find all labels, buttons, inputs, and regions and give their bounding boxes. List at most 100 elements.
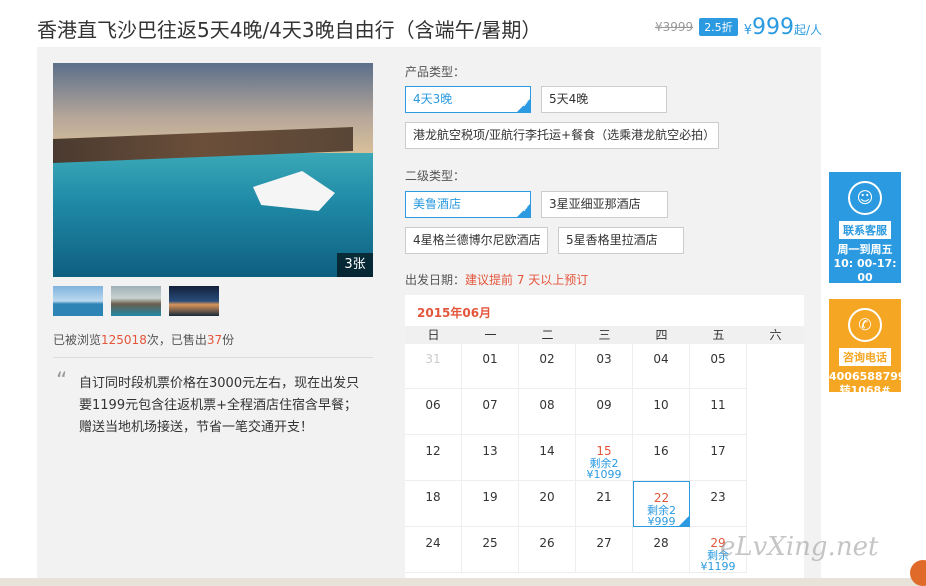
calendar-day[interactable]: 18 [405,481,462,527]
phone-widget[interactable]: ✆ 咨询电话 4006588799 转1068# [829,299,906,397]
current-price: ¥999起/人 [744,15,822,40]
calendar-day[interactable]: 13 [462,435,519,481]
day-number: 16 [653,444,669,458]
phone-extension: 转1068# [839,384,891,397]
calendar-day[interactable]: 03 [576,343,633,389]
day-number: 11 [710,398,726,412]
sold-count: 37 [206,333,223,347]
day-number: 27 [596,536,612,550]
day-number: 01 [482,352,498,366]
day-number: 12 [425,444,441,458]
calendar-day[interactable]: 14 [519,435,576,481]
calendar-day[interactable]: 12 [405,435,462,481]
day-number: 14 [539,444,555,458]
calendar-empty-cell [747,343,804,389]
weekday: 二 [541,328,554,342]
day-number: 04 [653,352,669,366]
option-hotel-4star[interactable]: 4星格兰德博尔尼欧酒店 [405,227,548,254]
stats-suffix: 份 [222,333,235,347]
option-4d3n[interactable]: 4天3晚 [405,86,531,117]
views-count: 125018 [101,333,147,347]
thumbnail-strip [53,286,219,316]
calendar-day[interactable]: 01 [462,343,519,389]
calendar-day[interactable]: 27 [576,527,633,573]
thumbnail-sunset[interactable] [169,286,219,316]
day-number: 02 [539,352,555,366]
calendar-day[interactable]: 05 [690,343,747,389]
currency-symbol: ¥ [743,22,752,38]
day-number: 08 [539,398,555,412]
option-hotel-3star[interactable]: 3星亚细亚那酒店 [541,191,668,218]
hero-sea [53,153,373,277]
calendar-day[interactable]: 28 [633,527,690,573]
day-number: 23 [710,490,726,504]
calendar-day[interactable]: 15 剩余2 ¥1099 [576,435,633,481]
bottom-bar [0,578,926,586]
weekday: 五 [712,328,725,342]
calendar-day[interactable]: 08 [519,389,576,435]
phone-icon: ✆ [848,308,882,342]
day-price: ¥1099 [586,468,622,481]
contact-service-widget[interactable]: ☺ 联系客服 周一到周五 10: 00-17: 00 [829,172,901,284]
calendar-day[interactable]: 26 [519,527,576,573]
calendar-day[interactable]: 25 [462,527,519,573]
calendar-day[interactable]: 16 [633,435,690,481]
hero-image[interactable]: 3张 [53,63,373,277]
thumbnail-resort[interactable] [111,286,161,316]
stats-prefix: 已被浏览 [53,333,102,347]
option-5d4n[interactable]: 5天4晚 [541,86,667,113]
calendar-day[interactable]: 22 剩余2 ¥999 [633,481,690,527]
phone-number: 4006588799 [829,370,906,383]
day-number: 28 [653,536,669,550]
calendar-day[interactable]: 21 [576,481,633,527]
day-number: 31 [425,352,441,366]
weekday: 三 [598,328,611,342]
product-title: 香港直飞沙巴往返5天4晚/4天3晚自由行（含端午/暑期） [37,18,542,42]
calendar-day[interactable]: 04 [633,343,690,389]
day-number: 20 [539,490,555,504]
option-hotel-meilu[interactable]: 美鲁酒店 [405,191,531,222]
service-hours-1: 周一到周五 [837,243,893,256]
price-box: ¥3999 2.5折 ¥999起/人 [655,14,822,40]
day-number: 07 [482,398,498,412]
calendar-day[interactable]: 07 [462,389,519,435]
calendar-day[interactable]: 20 [519,481,576,527]
discount-badge: 2.5折 [699,18,738,36]
day-number: 17 [710,444,726,458]
calendar-day[interactable]: 02 [519,343,576,389]
day-price: ¥999 [647,515,676,528]
price-value: 999 [751,14,794,40]
service-hours-2: 10: 00-17: 00 [833,257,897,284]
secondary-type-label: 二级类型： [405,169,466,183]
service-label: 联系客服 [839,221,891,239]
departure-hint: 建议提前 7 天以上预订 [465,273,589,287]
departure-label: 出发日期： [405,273,466,287]
thumbnail-beach[interactable] [53,286,103,316]
image-count-badge[interactable]: 3张 [337,253,373,277]
calendar-empty-cell [747,389,804,435]
calendar-day[interactable]: 24 [405,527,462,573]
option-hotel-5star[interactable]: 5星香格里拉酒店 [558,227,684,254]
calendar-month: 2015年06月 [417,306,492,320]
calendar-day[interactable]: 17 [690,435,747,481]
calendar-empty-cell [747,481,804,527]
calendar-day[interactable]: 11 [690,389,747,435]
day-number: 25 [482,536,498,550]
calendar-empty-cell [747,435,804,481]
option-airline-package[interactable]: 港龙航空税项/亚航行李托运+餐食（选乘港龙航空必拍） [405,122,719,149]
day-number: 15 [596,444,612,458]
calendar-day[interactable]: 31 [405,343,462,389]
day-number: 24 [425,536,441,550]
calendar-day[interactable]: 10 [633,389,690,435]
calendar-day[interactable]: 23 [690,481,747,527]
day-number: 09 [596,398,612,412]
day-number: 13 [482,444,498,458]
watermark: eLvXing.net [720,532,879,562]
calendar-weekdays: 日 一 二 三 四 五 六 [405,326,804,344]
stats-mid: 次，已售出 [146,333,207,347]
calendar-day[interactable]: 06 [405,389,462,435]
calendar-day[interactable]: 19 [462,481,519,527]
calendar-day[interactable]: 09 [576,389,633,435]
day-number: 03 [596,352,612,366]
view-sold-stats: 已被浏览125018次，已售出37份 [53,331,234,348]
